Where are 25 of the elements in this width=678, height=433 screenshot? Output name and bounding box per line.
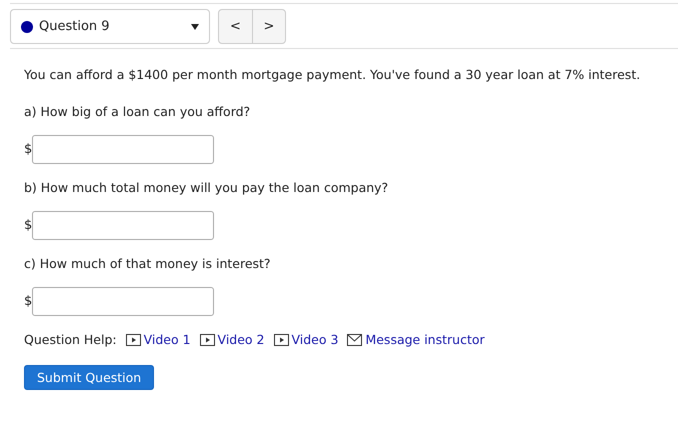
question-dropdown[interactable]: Question 9 xyxy=(10,9,210,44)
answer-field[interactable] xyxy=(32,287,214,316)
video-link[interactable]: Video 3 xyxy=(274,332,338,347)
question-label: Question 9 xyxy=(39,19,111,34)
video-icon xyxy=(200,334,215,346)
question-prompt: b) How much total money will you pay the loan company? xyxy=(24,180,390,195)
answer-field[interactable] xyxy=(32,211,214,240)
video-icon xyxy=(274,334,288,346)
question-text: You can afford a $1400 per month mortgage payment. You've found a 30 year loan at 7% interest. xyxy=(24,67,642,82)
previous-button[interactable]: < xyxy=(219,10,252,43)
question-prompt: a) How big of a loan can you afford? xyxy=(24,104,252,119)
answer-field[interactable] xyxy=(32,135,214,164)
envelope-icon xyxy=(347,334,362,346)
help-label: Question Help: xyxy=(24,332,117,347)
submit-button[interactable]: Submit Question xyxy=(24,365,154,390)
video-icon xyxy=(126,334,141,346)
currency-symbol: $ xyxy=(24,142,32,157)
question-prompt: c) How much of that money is interest? xyxy=(24,256,272,271)
currency-symbol: $ xyxy=(24,218,32,233)
next-button[interactable]: > xyxy=(252,10,285,43)
video-link[interactable]: Video 2 xyxy=(200,332,264,347)
dropdown-caret-icon xyxy=(191,24,199,30)
video-link[interactable]: Video 1 xyxy=(126,332,191,347)
message-link[interactable]: Message instructor xyxy=(347,332,485,347)
currency-symbol: $ xyxy=(24,294,32,309)
